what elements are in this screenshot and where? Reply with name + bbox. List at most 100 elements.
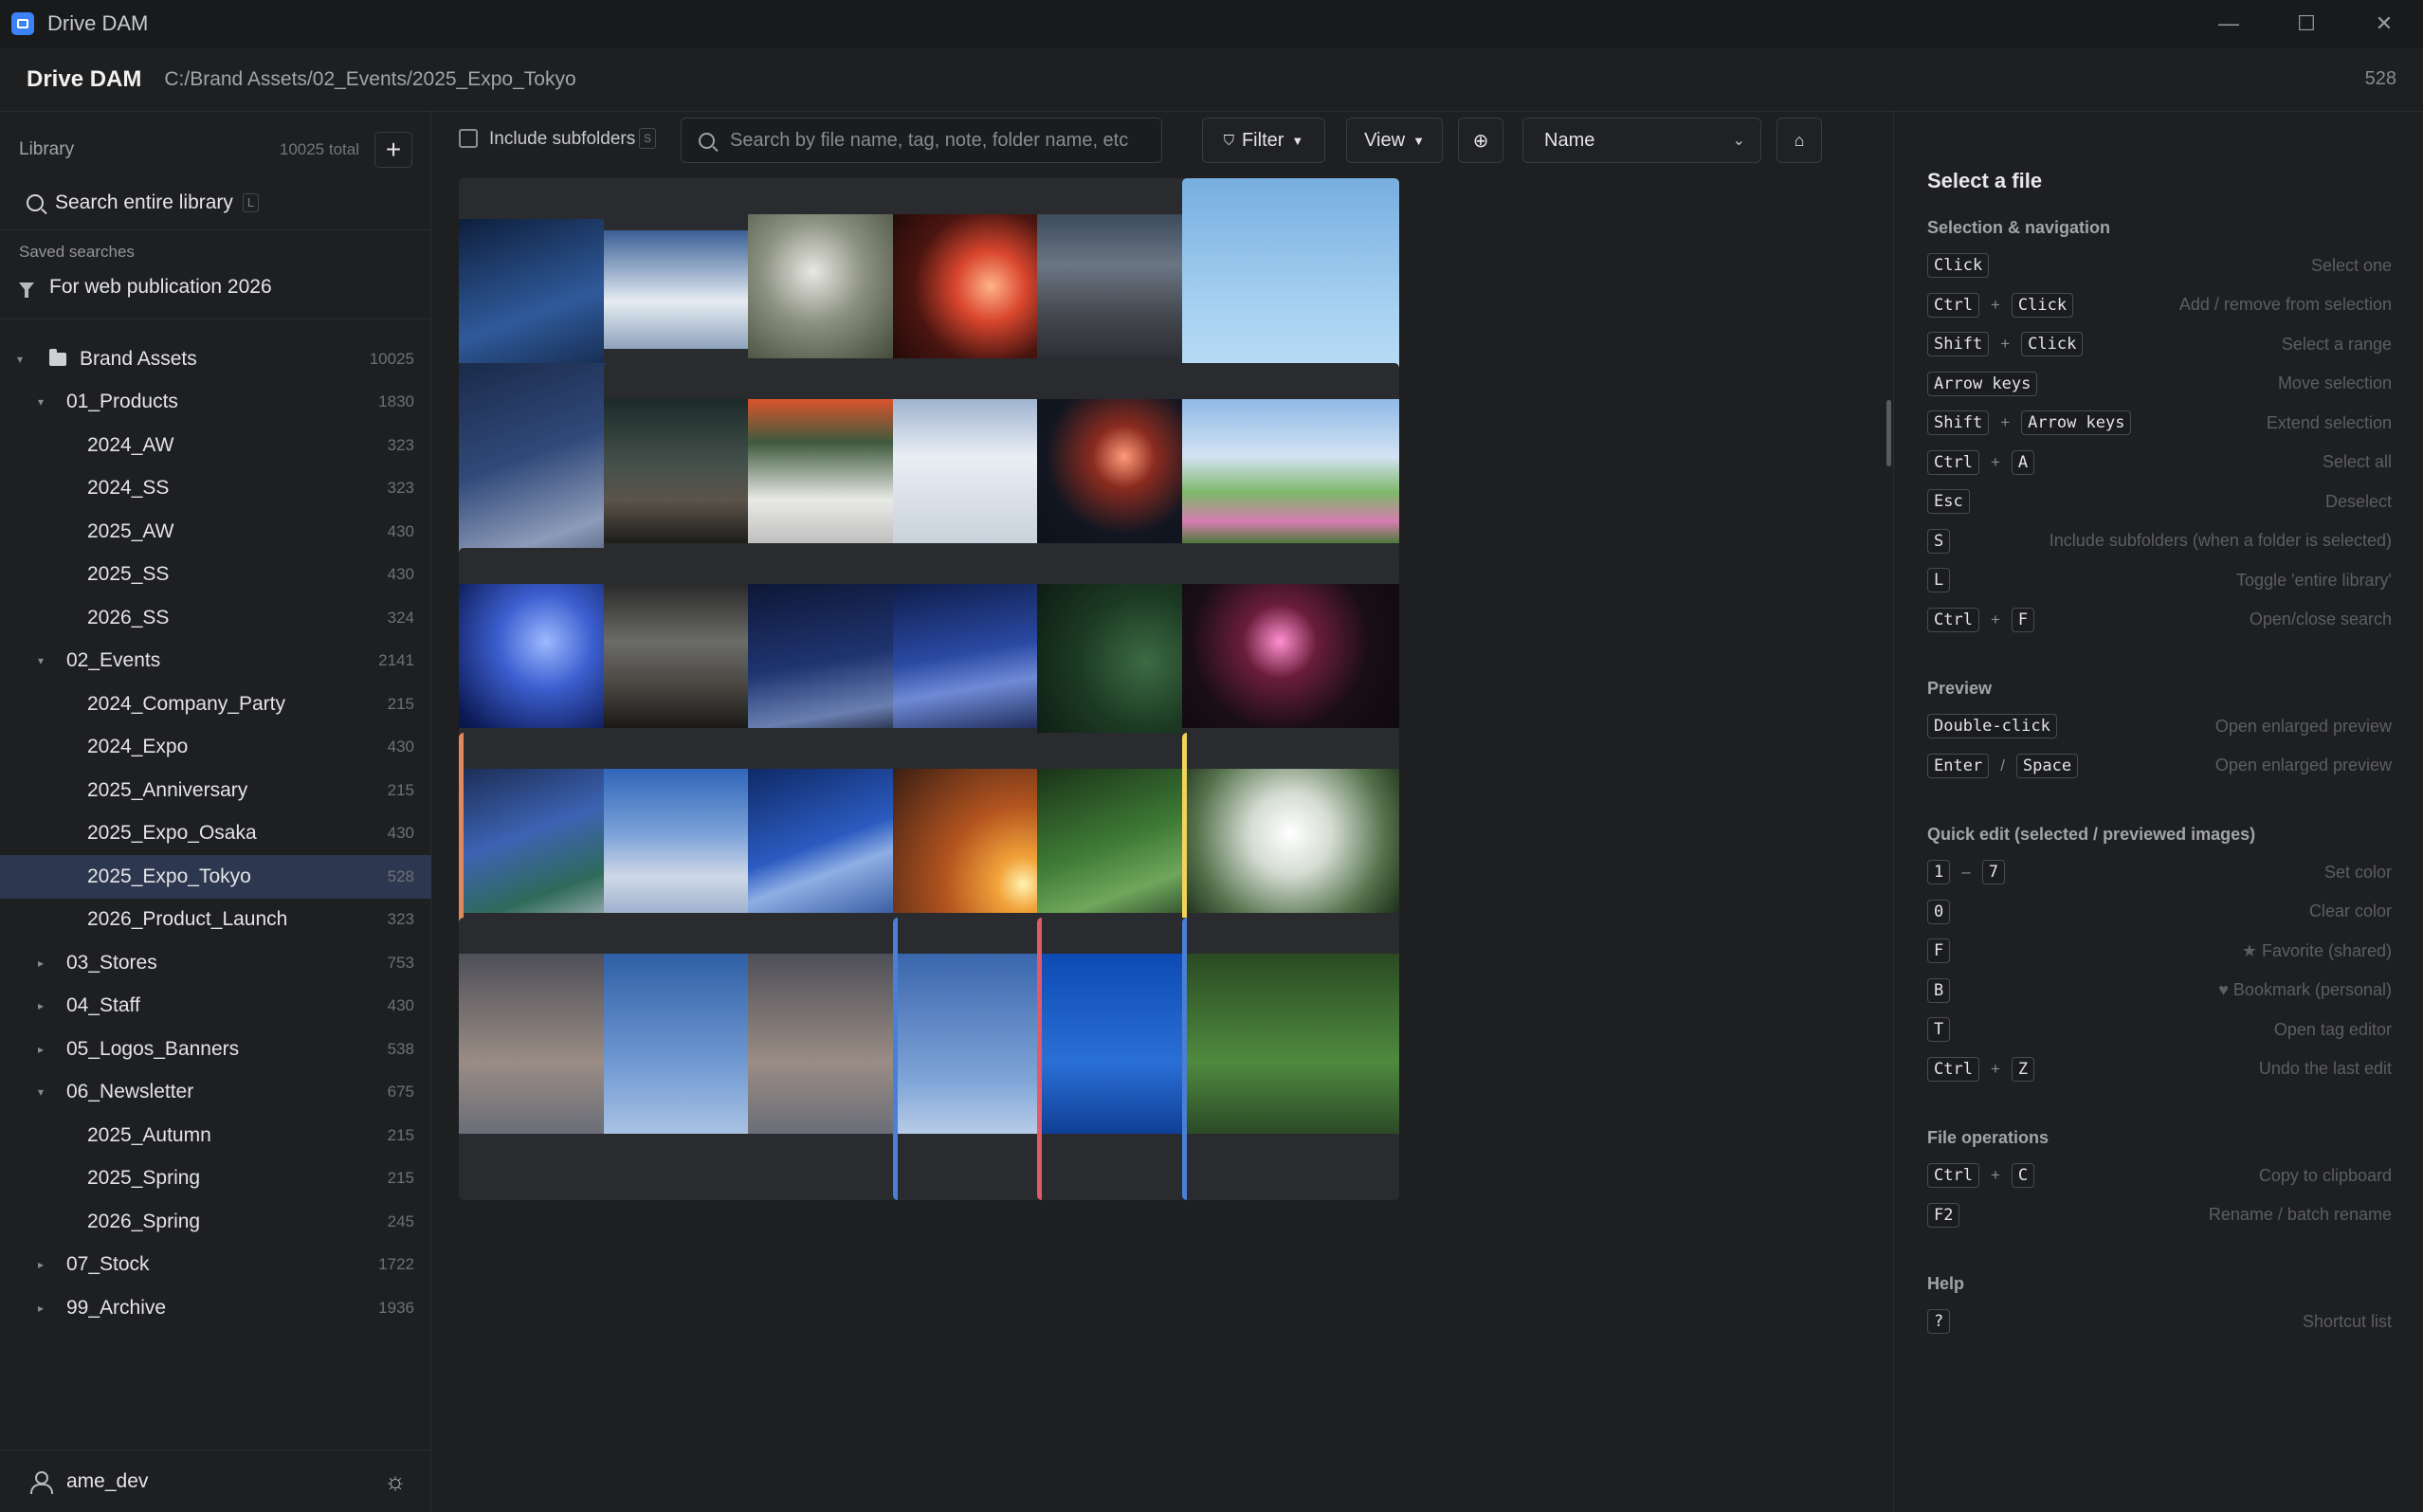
shortcut-key: Arrow keys <box>1927 371 2038 396</box>
tree-item-label: 2024_Company_Party <box>87 692 285 715</box>
tree-item-label: 2024_AW <box>87 433 174 456</box>
chevron-down-icon[interactable]: ▾ <box>17 353 23 366</box>
tree-item[interactable]: ▸ 07_Stock 1722 <box>0 1244 431 1287</box>
tree-item[interactable]: 2025_Anniversary 215 <box>0 769 431 812</box>
tree-item[interactable]: ▸ 99_Archive 1936 <box>0 1286 431 1330</box>
saved-search-item[interactable]: For web publication 2026 <box>19 271 272 303</box>
tree-item[interactable]: 2025_Expo_Tokyo 528 <box>0 855 431 899</box>
shortcut-description: ♥ Bookmark (personal) <box>2218 980 2392 999</box>
thumbnail-image[interactable] <box>1182 399 1399 543</box>
library-header: Library 10025 total + <box>19 131 412 169</box>
tree-item[interactable]: 2024_AW 323 <box>0 424 431 467</box>
tree-item[interactable]: 2026_Product_Launch 323 <box>0 899 431 942</box>
window-title: Drive DAM <box>47 11 149 35</box>
tree-item[interactable]: 2025_Autumn 215 <box>0 1114 431 1157</box>
tag-button[interactable]: ⌂ <box>1776 118 1822 163</box>
color-label-bar <box>893 918 898 1200</box>
tree-item-count: 215 <box>387 694 414 713</box>
filter-button[interactable]: ⛉ Filter ▼ <box>1202 118 1325 163</box>
shortcut-description: Select all <box>2322 452 2392 471</box>
zoom-button[interactable]: ⊕ <box>1458 118 1503 163</box>
minimize-button[interactable]: — <box>2190 0 2268 47</box>
search-icon <box>27 194 44 211</box>
user-bar: ame_dev ☼ <box>0 1449 431 1512</box>
tree-item[interactable]: ▾ 02_Events 2141 <box>0 640 431 683</box>
search-input[interactable] <box>730 129 1147 152</box>
maximize-button[interactable]: ☐ <box>2268 0 2345 47</box>
tree-item[interactable]: 2025_SS 430 <box>0 554 431 597</box>
tree-item[interactable]: ▾ 06_Newsletter 675 <box>0 1071 431 1115</box>
chevron-right-icon[interactable]: ▸ <box>38 1302 44 1315</box>
sidebar: Library 10025 total + Search entire libr… <box>0 112 431 1512</box>
tree-item-count: 430 <box>387 996 414 1015</box>
chevron-right-icon[interactable]: ▸ <box>38 999 44 1012</box>
shortcut-key: Shift <box>1927 410 1990 435</box>
tree-item[interactable]: 2025_Expo_Osaka 430 <box>0 812 431 856</box>
tree-item[interactable]: 2024_SS 323 <box>0 467 431 511</box>
view-label: View <box>1364 129 1406 151</box>
shortcut-key: 1 <box>1927 860 1951 884</box>
search-box[interactable] <box>681 118 1162 163</box>
tree-item[interactable]: 2024_Company_Party 215 <box>0 683 431 726</box>
tree-item[interactable]: ▸ 03_Stores 753 <box>0 941 431 985</box>
tag-icon: ⌂ <box>1794 130 1805 150</box>
tree-item[interactable]: ▾ 01_Products 1830 <box>0 381 431 425</box>
library-label: Library <box>19 139 75 159</box>
chevron-right-icon[interactable]: ▸ <box>38 1258 44 1271</box>
settings-icon[interactable]: ☼ <box>384 1466 407 1496</box>
include-subfolders-checkbox[interactable] <box>459 129 478 148</box>
shortcut-key: Click <box>1927 253 1990 278</box>
shortcut-description: ★ Favorite (shared) <box>2241 940 2392 960</box>
chevron-down-icon[interactable]: ▾ <box>38 1085 44 1099</box>
tree-item-label: 2025_Anniversary <box>87 778 248 801</box>
grid-scrollbar[interactable] <box>1886 400 1891 466</box>
tree-item-count: 323 <box>387 910 414 929</box>
tree-item[interactable]: 2026_Spring 245 <box>0 1200 431 1244</box>
thumbnail-image[interactable] <box>1182 769 1399 913</box>
thumbnail-image[interactable] <box>1182 584 1399 728</box>
sort-select[interactable]: Name ⌄ <box>1522 118 1761 163</box>
filter-icon: ⛉ <box>1223 132 1234 149</box>
tree-item[interactable]: ▾ Brand Assets 10025 <box>0 337 431 381</box>
shortcut-row: 1–7 Set color <box>1927 858 2392 886</box>
filter-label: Filter <box>1241 129 1284 151</box>
tree-item[interactable]: ▸ 04_Staff 430 <box>0 985 431 1029</box>
tree-item-count: 215 <box>387 780 414 799</box>
shortcut-row: Double-click Open enlarged preview <box>1927 712 2392 740</box>
thumbnail-image[interactable] <box>1182 954 1399 1134</box>
shortcut-row: Ctrl + Click Add / remove from selection <box>1927 291 2392 319</box>
shortcut-row: Enter / Space Open enlarged preview <box>1927 752 2392 780</box>
divider <box>0 229 431 230</box>
shortcut-description: Set color <box>2323 862 2392 882</box>
thumbnail-card[interactable] <box>1182 918 1399 1200</box>
shortcut-row: Ctrl + A Select all <box>1927 448 2392 477</box>
include-subfolders-label[interactable]: Include subfolders <box>489 129 635 150</box>
tree-item[interactable]: 2025_Spring 215 <box>0 1157 431 1201</box>
tree-item-label: 07_Stock <box>66 1253 150 1276</box>
tree-item-label: 06_Newsletter <box>66 1081 194 1103</box>
tree-item[interactable]: ▸ 05_Logos_Banners 538 <box>0 1028 431 1071</box>
close-button[interactable]: ✕ <box>2345 0 2423 47</box>
chevron-down-icon[interactable]: ▾ <box>38 654 44 667</box>
tree-item-label: 2026_Product_Launch <box>87 908 288 931</box>
shortcut-description: Undo the last edit <box>2258 1059 2392 1078</box>
search-entire-library[interactable]: Search entire library L <box>27 186 260 220</box>
chevron-down-icon[interactable]: ▾ <box>38 395 44 409</box>
add-library-button[interactable]: + <box>374 132 412 168</box>
shortcut-description: Copy to clipboard <box>2258 1165 2392 1185</box>
shortcut-key: Ctrl <box>1927 1056 1979 1082</box>
tree-item[interactable]: 2025_AW 430 <box>0 510 431 554</box>
tree-item[interactable]: 2026_SS 324 <box>0 596 431 640</box>
saved-searches-label: Saved searches <box>19 243 135 261</box>
chevron-right-icon[interactable]: ▸ <box>38 956 44 970</box>
tree-item-label: 03_Stores <box>66 951 157 974</box>
tree-item-count: 538 <box>387 1039 414 1058</box>
view-button[interactable]: View ▼ <box>1346 118 1443 163</box>
tree-item-label: Brand Assets <box>80 347 197 370</box>
folder-icon <box>49 348 66 366</box>
shortcut-row: 0 Clear color <box>1927 898 2392 926</box>
tree-item-label: 2025_Expo_Tokyo <box>87 865 251 887</box>
filter-icon <box>19 282 34 298</box>
chevron-right-icon[interactable]: ▸ <box>38 1043 44 1056</box>
tree-item[interactable]: 2024_Expo 430 <box>0 726 431 770</box>
